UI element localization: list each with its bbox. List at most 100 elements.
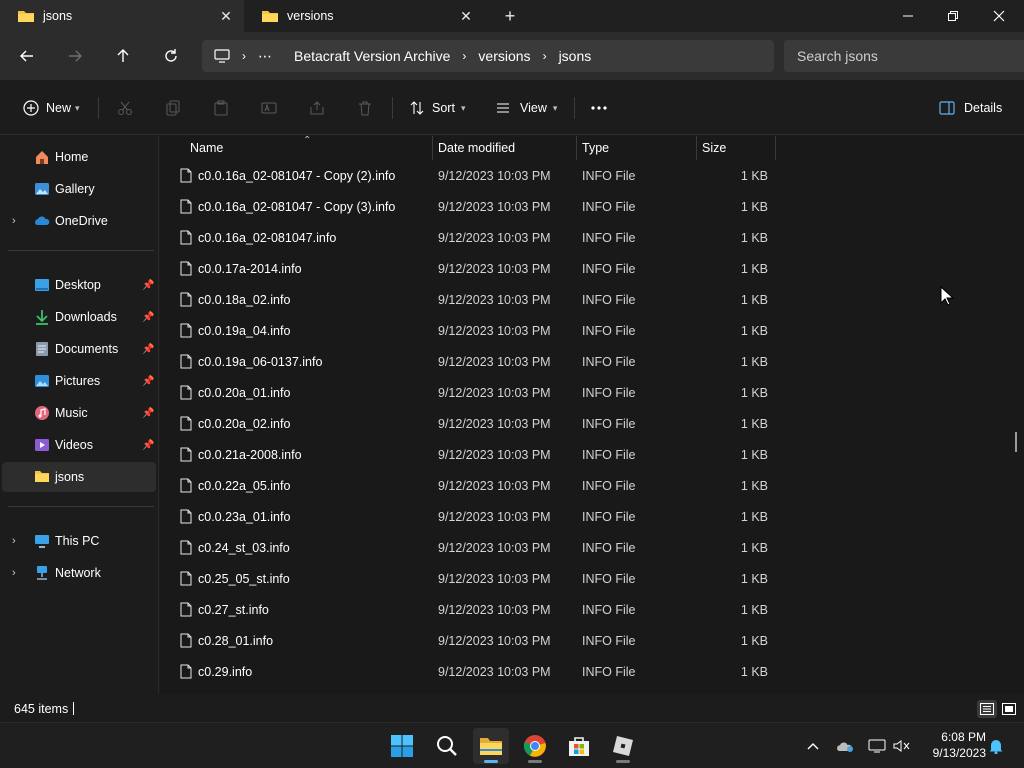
delete-button[interactable] [354, 95, 376, 121]
close-tab-icon[interactable]: ✕ [458, 8, 474, 24]
close-window-button[interactable] [976, 0, 1022, 32]
sort-button[interactable]: Sort ▾ [406, 95, 465, 121]
share-button[interactable] [306, 95, 328, 121]
table-row[interactable]: c0.0.19a_04.info 9/12/2023 10:03 PM INFO F… [160, 315, 1024, 346]
rename-button[interactable] [258, 95, 280, 121]
file-size: 1 KB [740, 417, 768, 431]
chrome-taskbar-button[interactable] [517, 728, 553, 764]
table-row[interactable]: c0.0.22a_05.info 9/12/2023 10:03 PM INFO F… [160, 470, 1024, 501]
table-row[interactable]: c0.0.21a-2008.info 9/12/2023 10:03 PM INFO… [160, 439, 1024, 470]
pin-icon[interactable]: 📌 [142, 408, 154, 419]
file-icon [180, 292, 192, 307]
table-row[interactable]: c0.0.16a_02-081047.info 9/12/2023 10:03 P… [160, 222, 1024, 253]
back-button[interactable] [13, 42, 41, 70]
restore-icon [948, 11, 958, 21]
copy-button[interactable] [162, 95, 184, 121]
breadcrumb-archive[interactable]: Betacraft Version Archive [294, 48, 450, 64]
pin-icon[interactable]: 📌 [142, 280, 154, 291]
restore-button[interactable] [930, 0, 976, 32]
table-row[interactable]: c0.0.16a_02-081047 - Copy (3).info 9/12/2… [160, 191, 1024, 222]
file-explorer-taskbar-button[interactable] [473, 728, 509, 764]
forward-button[interactable] [61, 42, 89, 70]
up-button[interactable] [109, 42, 137, 70]
column-divider[interactable] [576, 136, 577, 160]
system-clock[interactable]: 6:08 PM 9/13/2023 [918, 729, 986, 761]
details-pane-button[interactable]: Details [936, 95, 1002, 121]
breadcrumb-versions[interactable]: versions [478, 48, 530, 64]
minimize-button[interactable] [885, 0, 931, 32]
more-options-button[interactable] [588, 95, 610, 121]
volume-muted-icon[interactable] [892, 736, 912, 756]
sidebar-item-videos[interactable]: Videos 📌 [2, 430, 156, 460]
file-size: 1 KB [740, 355, 768, 369]
sidebar-item-home[interactable]: Home [2, 142, 156, 172]
tiles-view-toggle[interactable] [999, 700, 1019, 718]
search-taskbar-button[interactable] [429, 728, 465, 764]
table-row[interactable]: c0.25_05_st.info 9/12/2023 10:03 PM INFO F… [160, 563, 1024, 594]
close-tab-icon[interactable]: ✕ [218, 8, 234, 24]
table-row[interactable]: c0.0.20a_01.info 9/12/2023 10:03 PM INFO F… [160, 377, 1024, 408]
sidebar-item-jsons[interactable]: jsons [2, 462, 156, 492]
sidebar-item-network[interactable]: › Network [2, 558, 156, 588]
sidebar-item-gallery[interactable]: Gallery [2, 174, 156, 204]
chevron-down-icon: ▾ [75, 102, 80, 113]
notification-bell-icon[interactable] [986, 736, 1006, 756]
table-row[interactable]: c0.27_st.info 9/12/2023 10:03 PM INFO File… [160, 594, 1024, 625]
pin-icon[interactable]: 📌 [142, 312, 154, 323]
table-row[interactable]: c0.0.18a_02.info 9/12/2023 10:03 PM INFO F… [160, 284, 1024, 315]
view-button[interactable]: View ▾ [492, 95, 557, 121]
paste-button[interactable] [210, 95, 232, 121]
sidebar-item-desktop[interactable]: Desktop 📌 [2, 270, 156, 300]
tab-jsons[interactable]: jsons ✕ [0, 0, 244, 32]
pin-icon[interactable]: 📌 [142, 376, 154, 387]
sidebar-item-pictures[interactable]: Pictures 📌 [2, 366, 156, 396]
table-row[interactable]: c0.24_st_03.info 9/12/2023 10:03 PM INFO F… [160, 532, 1024, 563]
search-input[interactable]: Search jsons [784, 40, 1024, 72]
onedrive-tray-icon[interactable] [835, 736, 855, 756]
store-taskbar-button[interactable] [561, 728, 597, 764]
sidebar-item-onedrive[interactable]: › OneDrive [2, 206, 156, 236]
table-row[interactable]: c0.0.16a_02-081047 - Copy (2).info 9/12/2… [160, 160, 1024, 191]
table-row[interactable]: c0.29.info 9/12/2023 10:03 PM INFO File 1 K… [160, 656, 1024, 687]
column-header-date[interactable]: Date modified [438, 136, 515, 160]
tab-versions[interactable]: versions ✕ [244, 0, 484, 32]
start-button[interactable] [384, 728, 420, 764]
display-tray-icon[interactable] [867, 736, 887, 756]
new-tab-button[interactable]: + [500, 6, 520, 26]
column-header-name[interactable]: Name [190, 136, 223, 160]
column-header-type[interactable]: Type [582, 136, 609, 160]
sidebar-item-this-pc[interactable]: › This PC [2, 526, 156, 556]
table-row[interactable]: c0.0.17a-2014.info 9/12/2023 10:03 PM INFO… [160, 253, 1024, 284]
table-row[interactable]: c0.0.20a_02.info 9/12/2023 10:03 PM INFO F… [160, 408, 1024, 439]
refresh-button[interactable] [157, 42, 185, 70]
table-row[interactable]: c0.0.19a_06-0137.info 9/12/2023 10:03 PM I… [160, 346, 1024, 377]
column-divider[interactable] [432, 136, 433, 160]
chevron-right-icon[interactable]: › [12, 535, 16, 547]
pane-splitter[interactable] [158, 136, 159, 694]
pin-icon[interactable]: 📌 [142, 440, 154, 451]
table-row[interactable]: c0.28_01.info 9/12/2023 10:03 PM INFO File… [160, 625, 1024, 656]
vertical-scrollbar[interactable] [1015, 432, 1017, 452]
column-header-size[interactable]: Size [702, 136, 726, 160]
table-row[interactable]: c0.0.23a_01.info 9/12/2023 10:03 PM INFO F… [160, 501, 1024, 532]
sidebar-item-music[interactable]: Music 📌 [2, 398, 156, 428]
column-divider[interactable] [696, 136, 697, 160]
file-size: 1 KB [740, 665, 768, 679]
roblox-taskbar-button[interactable] [605, 728, 641, 764]
address-bar[interactable]: › ⋯ Betacraft Version Archive › versions… [202, 40, 774, 72]
chevron-right-icon[interactable]: › [12, 567, 16, 579]
new-button[interactable]: New ▾ [20, 95, 80, 121]
file-icon [180, 633, 192, 648]
chevron-up-icon[interactable] [803, 736, 823, 756]
sidebar-item-documents[interactable]: Documents 📌 [2, 334, 156, 364]
pin-icon[interactable]: 📌 [142, 344, 154, 355]
details-view-toggle[interactable] [977, 700, 997, 718]
chevron-right-icon[interactable]: › [12, 215, 16, 227]
home-icon [34, 149, 50, 165]
cut-button[interactable] [114, 95, 136, 121]
sidebar-item-downloads[interactable]: Downloads 📌 [2, 302, 156, 332]
file-name: c0.24_st_03.info [198, 541, 290, 555]
more-crumbs-button[interactable]: ⋯ [258, 48, 272, 65]
column-divider[interactable] [775, 136, 776, 160]
breadcrumb-jsons[interactable]: jsons [559, 48, 592, 64]
